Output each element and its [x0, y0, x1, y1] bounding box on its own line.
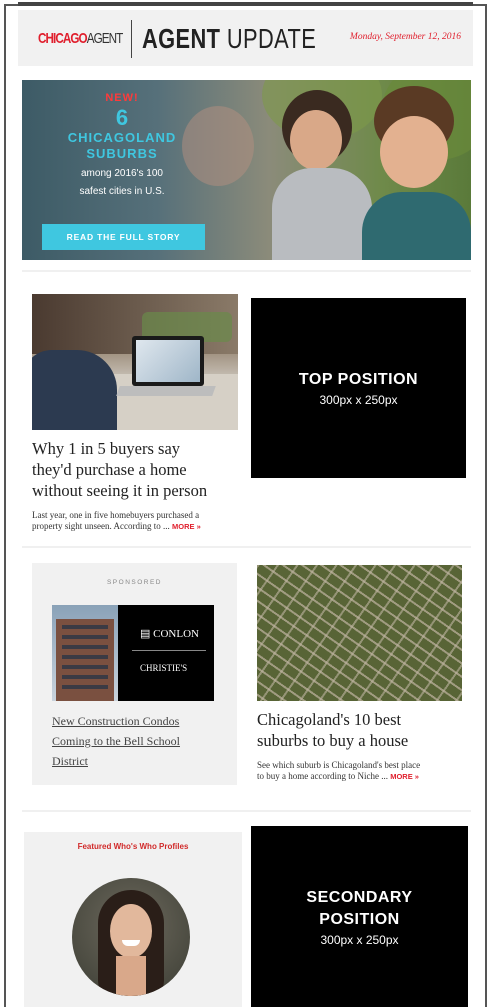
child-shirt	[362, 192, 471, 260]
laptop-keyboard	[116, 386, 216, 396]
logo-chicago-text: CHICAGO	[38, 30, 88, 47]
article-summary-line: See which suburb is Chicagoland's best p…	[257, 760, 421, 770]
article-summary-1: Last year, one in five homebuyers purcha…	[32, 510, 201, 532]
ad-size: 300px x 250px	[320, 932, 399, 947]
conlon-logo: ▤ CONLON	[140, 628, 199, 640]
article-image-laptop[interactable]	[32, 294, 238, 430]
ellipsis: ...	[381, 771, 388, 781]
article-title-2[interactable]: Chicagoland's 10 best suburbs to buy a h…	[257, 709, 408, 751]
article-title-line: Chicagoland's 10 best	[257, 710, 402, 729]
building-windows	[62, 625, 108, 695]
logo-divider	[131, 20, 132, 58]
more-link[interactable]: MORE »	[390, 772, 419, 781]
title-bold: AGENT	[142, 23, 221, 54]
person-shirt	[32, 350, 117, 430]
ad-size: 300px x 250px	[319, 393, 398, 407]
featured-label: Featured Who's Who Profiles	[77, 842, 189, 851]
ad-secondary-position[interactable]: SECONDARY POSITION 300px x 250px	[251, 826, 468, 1007]
article-title-line: suburbs to buy a house	[257, 731, 409, 750]
ad-title: SECONDARY	[306, 888, 413, 906]
child-face	[380, 116, 448, 188]
sponsored-label: SPONSORED	[106, 579, 163, 586]
article-summary-line: property sight unseen. According to	[32, 521, 161, 531]
sponsored-link[interactable]: New Construction Condos Coming to the Be…	[52, 711, 180, 771]
ad-title: POSITION	[319, 910, 400, 928]
article-summary-line: Last year, one in five homebuyers purcha…	[32, 510, 200, 520]
sponsored-link-line: District	[52, 754, 88, 768]
aerial-grid	[257, 565, 462, 701]
avatar-neck	[116, 956, 146, 996]
laptop-display	[136, 340, 200, 382]
article-title-line: they'd purchase a home	[32, 460, 187, 479]
ad-top-position[interactable]: TOP POSITION 300px x 250px	[251, 298, 466, 478]
hero-headline: NEW! 6 CHICAGOLAND SUBURBS among 2016's …	[22, 92, 222, 198]
newsletter-title: AGENT UPDATE	[142, 23, 316, 55]
hero-line-2: SUBURBS	[86, 146, 158, 161]
sponsored-image[interactable]: ▤ CONLON CHRISTIE'S	[52, 605, 214, 701]
profile-avatar[interactable]	[72, 878, 190, 996]
section-divider	[22, 810, 471, 812]
featured-profiles: Featured Who's Who Profiles	[24, 832, 242, 1007]
conlon-logo-text: CONLON	[153, 628, 199, 640]
child-shirt	[272, 168, 372, 260]
christies-logo: CHRISTIE'S	[140, 663, 188, 673]
sponsored-link-line: New Construction Condos	[52, 714, 180, 728]
read-full-story-button[interactable]: READ THE FULL STORY	[42, 224, 205, 250]
article-image-aerial[interactable]	[257, 565, 462, 701]
top-rule	[18, 2, 473, 6]
logo-rule	[132, 650, 206, 651]
avatar-face	[110, 904, 152, 958]
sponsored-box: SPONSORED ▤ CONLON CHRISTIE'S New Constr…	[32, 563, 237, 785]
article-title-line: without seeing it in person	[32, 481, 208, 500]
article-title-line: Why 1 in 5 buyers say	[32, 439, 181, 458]
child-face	[290, 110, 342, 170]
article-summary-2: See which suburb is Chicagoland's best p…	[257, 760, 420, 782]
hero-line-1: CHICAGOLAND	[67, 130, 177, 145]
section-divider	[22, 546, 471, 548]
hero-new-label: NEW!	[105, 92, 139, 104]
hero-banner[interactable]: NEW! 6 CHICAGOLAND SUBURBS among 2016's …	[22, 80, 471, 260]
article-title-1[interactable]: Why 1 in 5 buyers say they'd purchase a …	[32, 438, 207, 501]
ellipsis: ...	[162, 521, 170, 531]
hero-sub-2: safest cities in U.S.	[79, 186, 165, 197]
more-link[interactable]: MORE »	[172, 522, 201, 531]
newsletter-header: CHICAGOAGENT AGENT UPDATE Monday, Septem…	[18, 10, 473, 66]
title-rest: UPDATE	[220, 23, 317, 54]
article-summary-line: to buy a home according to Niche	[257, 771, 379, 781]
issue-date: Monday, September 12, 2016	[349, 32, 461, 42]
chicago-agent-logo[interactable]: CHICAGOAGENT	[38, 30, 124, 47]
ad-title: TOP POSITION	[298, 371, 419, 388]
sponsored-link-line: Coming to the Bell School	[52, 734, 180, 748]
logo-agent-text: AGENT	[86, 30, 124, 47]
hero-sub-1: among 2016's 100	[81, 168, 163, 179]
hero-number: 6	[115, 105, 129, 130]
section-divider	[22, 270, 471, 272]
